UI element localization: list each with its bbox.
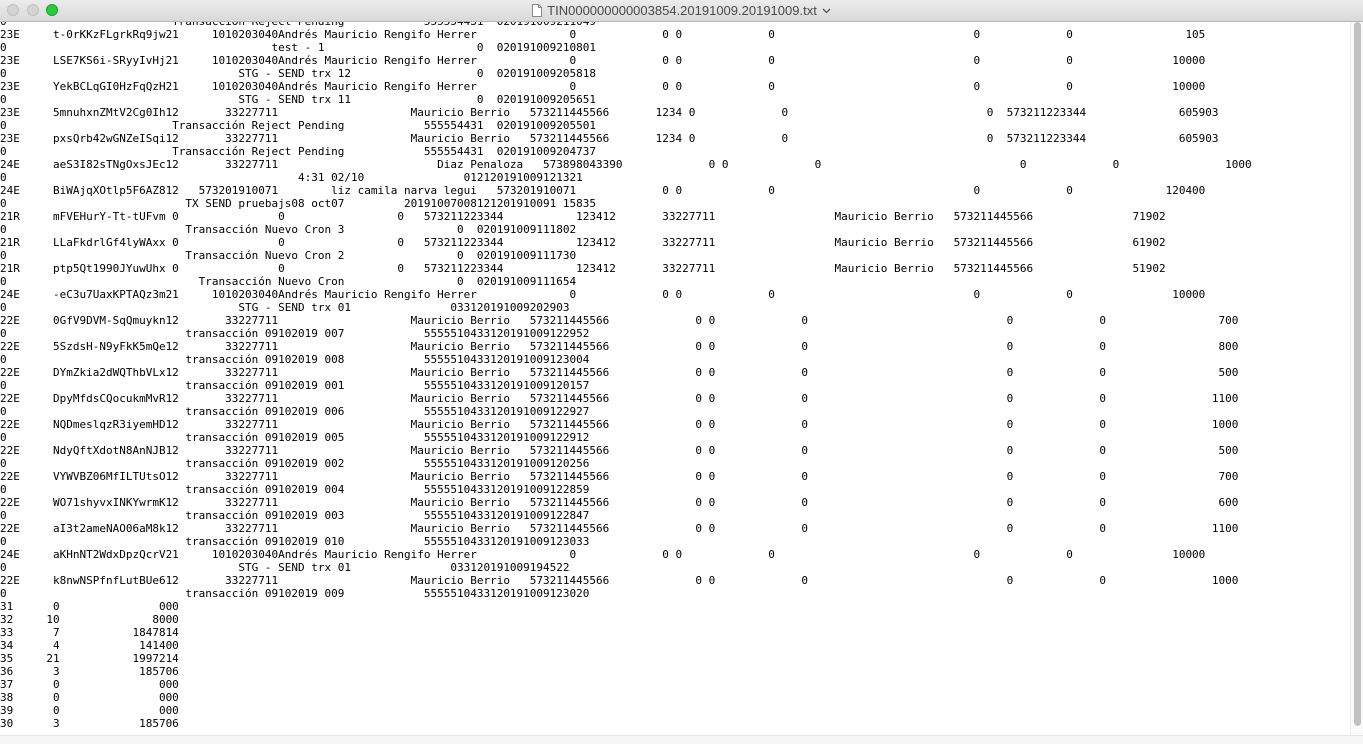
text-line: 0 STG - SEND trx 12 0 020191009205818 xyxy=(0,67,597,80)
text-line: 0 transacción 09102019 002 5555510433120… xyxy=(0,457,590,470)
text-line: 24E -eC3u7UaxKPTAQz3m21 1010203040Andrés… xyxy=(0,288,1206,301)
text-line: 23E 5mnuhxnZMtV2Cg0Ih12 33227711 Maurici… xyxy=(0,106,1219,119)
chevron-down-icon[interactable] xyxy=(822,8,831,14)
text-line: 0 test - 1 0 020191009210801 xyxy=(0,41,597,54)
text-editor-area[interactable]: 0 Transacción Reject Pending 555554431 0… xyxy=(0,22,1350,736)
document-icon xyxy=(532,4,543,17)
text-line: 22E DYmZkia2dWQThbVLx12 33227711 Maurici… xyxy=(0,366,1239,379)
text-line: 34 4 141400 xyxy=(0,639,179,652)
text-line: 0 TX SEND pruebajs08 oct07 2019100700812… xyxy=(0,197,597,210)
scrollbar-thumb[interactable] xyxy=(1354,22,1361,726)
window-title-group[interactable]: TIN000000000003854.20191009.20191009.txt xyxy=(0,0,1363,21)
text-line: 0 transacción 09102019 003 5555510433120… xyxy=(0,509,590,522)
text-line: 22E DpyMfdsCQocukmMvR12 33227711 Maurici… xyxy=(0,392,1239,405)
document-text[interactable]: 0 Transacción Reject Pending 555554431 0… xyxy=(0,22,1252,730)
text-line: 30 3 185706 xyxy=(0,717,179,730)
text-line: 22E 5SzdsH-N9yFkK5mQe12 33227711 Maurici… xyxy=(0,340,1239,353)
text-line: 21R ptp5Qt1990JYuwUhx 0 0 0 573211223344… xyxy=(0,262,1166,275)
text-line: 22E NQDmeslqzR3iyemHD12 33227711 Maurici… xyxy=(0,418,1239,431)
text-line: 22E NdyQftXdotN8AnNJB12 33227711 Maurici… xyxy=(0,444,1239,457)
text-line: 0 Transacción Nuevo Cron 0 0201910091116… xyxy=(0,275,577,288)
text-line: 0 Transacción Reject Pending 555554431 0… xyxy=(0,119,597,132)
text-line: 24E aeS3I82sTNgOxsJEc12 33227711 Diaz Pe… xyxy=(0,158,1252,171)
text-line: 0 STG - SEND trx 01 033120191009202903 xyxy=(0,301,570,314)
text-line: 0 Transacción Nuevo Cron 3 0 02019100911… xyxy=(0,223,577,236)
text-line: 0 Transacción Reject Pending 555554431 0… xyxy=(0,145,597,158)
text-line: 0 STG - SEND trx 01 033120191009194522 xyxy=(0,561,570,574)
text-line: 36 3 185706 xyxy=(0,665,179,678)
text-line: 22E WO71shyvxINKYwrmK12 33227711 Maurici… xyxy=(0,496,1239,509)
text-line: 0 transacción 09102019 006 5555510433120… xyxy=(0,405,590,418)
text-line: 23E t-0rKKzFLgrkRq9jw21 1010203040Andrés… xyxy=(0,28,1206,41)
text-line: 31 0 000 xyxy=(0,600,179,613)
text-line: 32 10 8000 xyxy=(0,613,179,626)
vertical-scrollbar[interactable] xyxy=(1350,22,1363,736)
text-line: 37 0 000 xyxy=(0,678,179,691)
text-line: 0 transacción 09102019 008 5555510433120… xyxy=(0,353,590,366)
text-line: 24E BiWAjqXOtlp5F6AZ812 573201910071 liz… xyxy=(0,184,1206,197)
text-line: 39 0 000 xyxy=(0,704,179,717)
text-line: 0 Transacción Nuevo Cron 2 0 02019100911… xyxy=(0,249,577,262)
text-line: 22E aI3t2ameNAO06aM8k12 33227711 Maurici… xyxy=(0,522,1239,535)
text-line: 0 transacción 09102019 004 5555510433120… xyxy=(0,483,590,496)
text-line: 23E LSE7KS6i-SRyyIvHj21 1010203040Andrés… xyxy=(0,54,1206,67)
window-bottom-edge xyxy=(0,735,1363,744)
text-line: 24E aKHnNT2WdxDpzQcrV21 1010203040Andrés… xyxy=(0,548,1206,561)
text-line: 0 transacción 09102019 010 5555510433120… xyxy=(0,535,590,548)
text-line: 21R mFVEHurY-Tt-tUFvm 0 0 0 573211223344… xyxy=(0,210,1166,223)
text-line: 22E 0GfV9DVM-SqQmuykn12 33227711 Maurici… xyxy=(0,314,1239,327)
text-line: 23E YekBCLqGI0HzFqQzH21 1010203040Andrés… xyxy=(0,80,1206,93)
text-line: 0 transacción 09102019 009 5555510433120… xyxy=(0,587,590,600)
text-line: 33 7 1847814 xyxy=(0,626,179,639)
text-line: 21R LLaFkdrlGf4lyWAxx 0 0 0 573211223344… xyxy=(0,236,1166,249)
window-title: TIN000000000003854.20191009.20191009.txt xyxy=(547,3,817,18)
title-bar[interactable]: TIN000000000003854.20191009.20191009.txt xyxy=(0,0,1363,22)
text-line: 0 transacción 09102019 001 5555510433120… xyxy=(0,379,590,392)
text-line: 0 transacción 09102019 005 5555510433120… xyxy=(0,431,590,444)
text-line: 35 21 1997214 xyxy=(0,652,179,665)
text-line: 0 4:31 02/10 012120191009121321 xyxy=(0,171,583,184)
text-line: 23E pxsQrb42wGNZeISqi12 33227711 Maurici… xyxy=(0,132,1219,145)
text-line: 0 transacción 09102019 007 5555510433120… xyxy=(0,327,590,340)
text-line: 22E k8nwNSPfnfLutBUe612 33227711 Maurici… xyxy=(0,574,1239,587)
text-line: 38 0 000 xyxy=(0,691,179,704)
text-line: 22E VYWVBZ06MfILTUtsO12 33227711 Maurici… xyxy=(0,470,1239,483)
text-line: 0 STG - SEND trx 11 0 020191009205651 xyxy=(0,93,597,106)
